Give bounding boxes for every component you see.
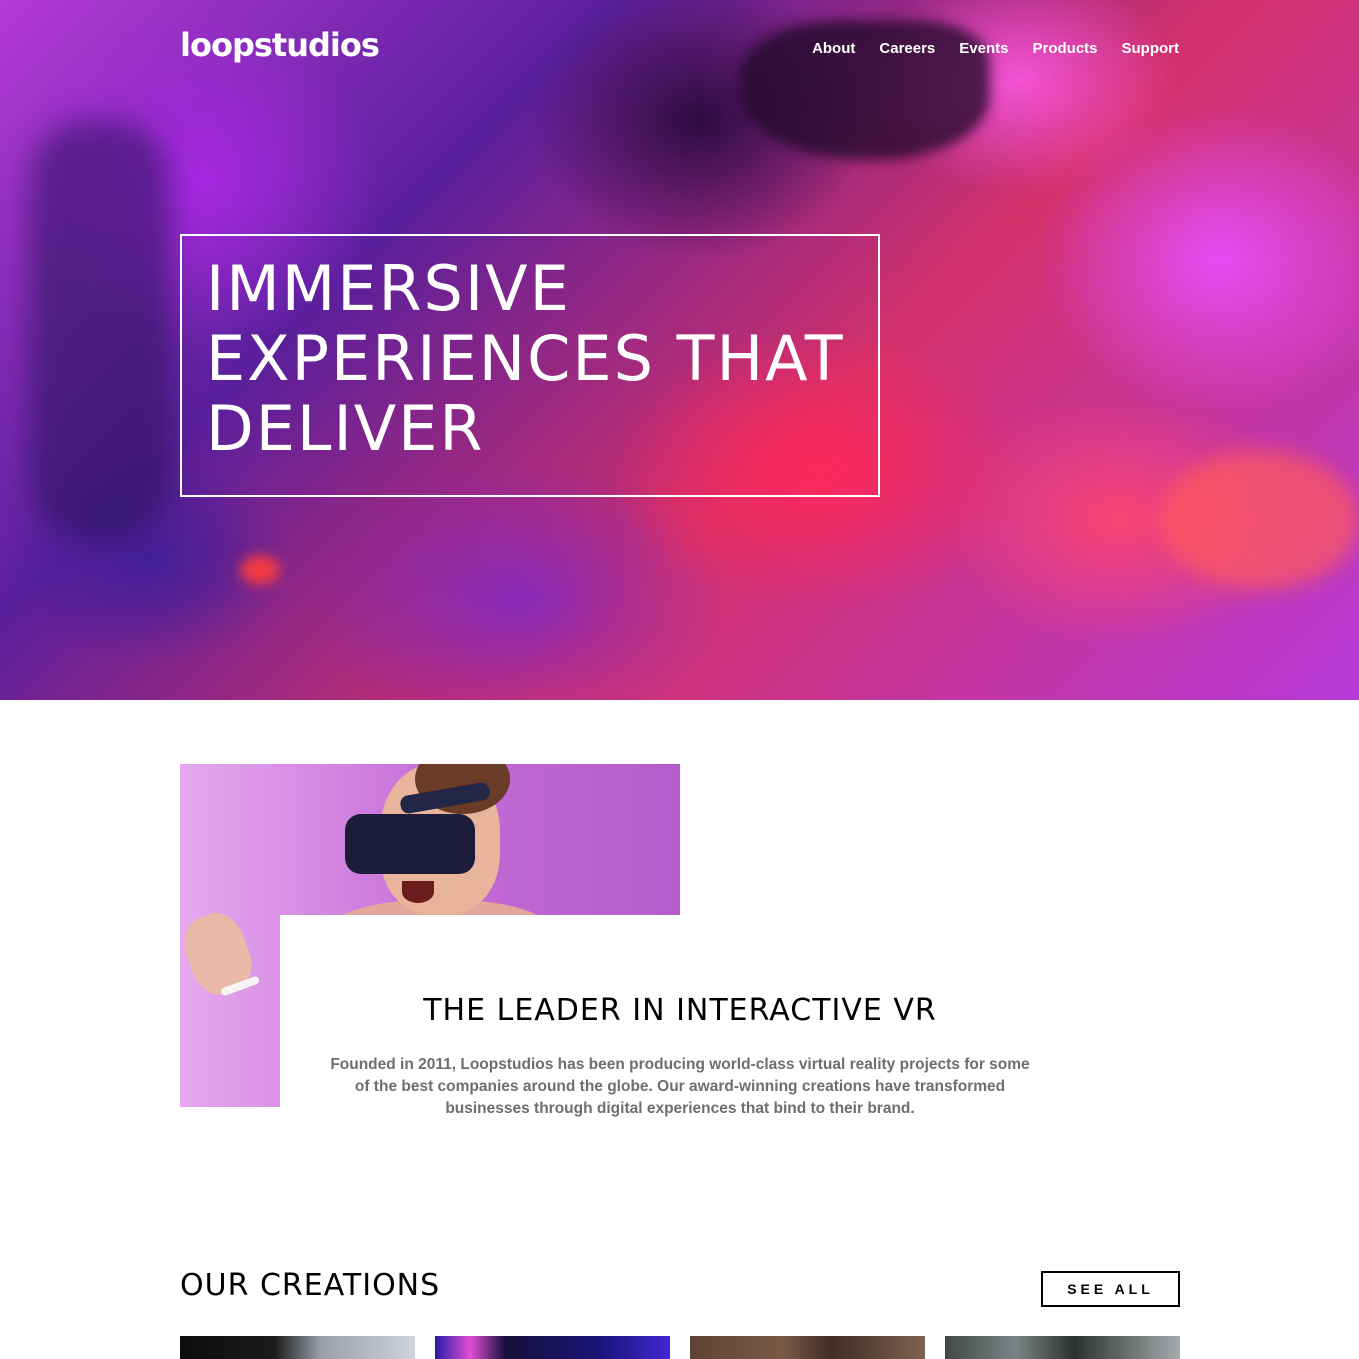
main-nav: About Careers Events Products Support [812,40,1179,57]
intro-title: THE LEADER IN INTERACTIVE VR [423,993,937,1028]
hero-section: loopstudios About Careers Events Product… [0,0,1359,700]
hero-title-line: IMMERSIVE [206,252,571,325]
see-all-button[interactable]: SEE ALL [1041,1271,1180,1307]
intro-text: Founded in 2011, Loopstudios has been pr… [330,1056,1030,1117]
image-shape [402,881,434,903]
hero-image-shape [240,555,280,585]
nav-link-products[interactable]: Products [1032,40,1097,57]
intro-card: THE LEADER IN INTERACTIVE VR Founded in … [280,915,1080,1175]
nav-link-events[interactable]: Events [959,40,1008,57]
nav-link-careers[interactable]: Careers [879,40,935,57]
nav-link-about[interactable]: About [812,40,855,57]
hero-image-shape [1160,450,1359,590]
hero-title-line: EXPERIENCES THAT [206,322,845,395]
creation-card[interactable] [180,1336,415,1359]
vr-headset-icon [345,814,475,874]
hero-image-shape [30,120,170,540]
hero-title-box: IMMERSIVE EXPERIENCES THAT DELIVER [180,234,880,497]
creations-title: OUR CREATIONS [180,1268,441,1303]
creation-card[interactable] [945,1336,1180,1359]
logo[interactable]: loopstudios [180,26,380,64]
hero-title-line: DELIVER [206,392,485,465]
nav-link-support[interactable]: Support [1122,40,1180,57]
creation-card[interactable] [690,1336,925,1359]
creation-card[interactable] [435,1336,670,1359]
image-shape [180,906,260,1002]
